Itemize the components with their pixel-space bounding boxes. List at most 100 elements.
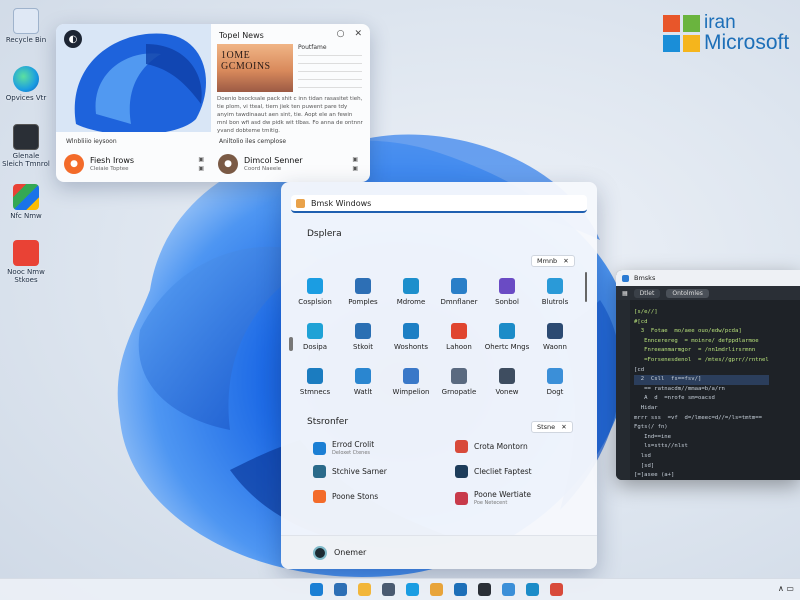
pinned-app[interactable]: Pomples xyxy=(339,278,387,306)
more-icon[interactable]: ▣ xyxy=(352,165,358,172)
app-label: Grnopatle xyxy=(441,388,477,396)
pinned-app[interactable]: Stmnecs xyxy=(291,368,339,396)
file-icon xyxy=(455,440,468,453)
app-label: Blutrols xyxy=(541,298,569,306)
pinned-scrollbar[interactable] xyxy=(585,272,587,302)
share-icon[interactable]: ▣ xyxy=(352,156,358,163)
section-right-title: Aniltolio iles cemplose xyxy=(219,138,287,145)
close-icon[interactable]: ✕ xyxy=(354,29,362,39)
terminal-line: mrrr sss =vf d=/lmeec=d//=/ls=tmtm== xyxy=(634,414,762,421)
tray-chevron-icon[interactable]: ∧ ▭ xyxy=(778,584,794,593)
desktop-icon-label: Glenale Sleich Tmnrol xyxy=(2,152,50,168)
pinned-app[interactable]: Dmnflaner xyxy=(435,278,483,306)
pinned-app[interactable]: Dosipa xyxy=(291,323,339,351)
widget-card-left[interactable]: ● Fiesh Irows Cleiaie Toptee ▣ ▣ xyxy=(64,152,204,176)
card-name: Dimcol Senner xyxy=(244,156,303,165)
recommended-item[interactable]: Clecliet Faptest xyxy=(455,465,532,478)
pinned-app[interactable]: Mdrome xyxy=(387,278,435,306)
desktop-icon-label: Nfc Nmw xyxy=(10,212,42,220)
pinned-app[interactable]: Ohertc Mngs xyxy=(483,323,531,351)
taskbar-app-icon[interactable] xyxy=(454,583,467,596)
widget-app-icon[interactable]: ◐ xyxy=(64,30,82,48)
desktop-icon-store[interactable]: Nooc Nmw Stkoes xyxy=(2,240,50,284)
taskbar-app-icon[interactable] xyxy=(550,583,563,596)
desktop-icon-photos[interactable]: Nfc Nmw xyxy=(2,184,50,221)
tab-2[interactable]: Ontolmles xyxy=(666,288,709,298)
desktop-icon-label: Opvices Vtr xyxy=(5,94,47,102)
app-icon xyxy=(499,278,515,294)
pinned-app[interactable]: Grnopatle xyxy=(435,368,483,396)
taskbar-app-icon[interactable] xyxy=(334,583,347,596)
recommended-item[interactable]: Crota Montorn xyxy=(455,440,528,453)
pin-icon[interactable]: ○ xyxy=(337,29,345,39)
user-avatar[interactable] xyxy=(313,545,327,560)
taskbar-app-icon[interactable] xyxy=(430,583,443,596)
pinned-app[interactable]: Watlt xyxy=(339,368,387,396)
grid-icon[interactable]: ▦ xyxy=(622,290,628,297)
terminal-tabs: ▦ Dtlet Ontolmles xyxy=(616,286,800,300)
app-label: Stmnecs xyxy=(299,388,331,396)
taskbar-app-icon[interactable] xyxy=(406,583,419,596)
brand-line-2: Microsoft xyxy=(704,31,790,54)
pinned-app[interactable]: Blutrols xyxy=(531,278,579,306)
pinned-app[interactable]: Lahoon xyxy=(435,323,483,351)
recommended-item[interactable]: Poone Wertiate Poe Netecent xyxy=(455,490,531,506)
terminal-line: Fgts(/ fn) xyxy=(634,424,668,431)
pinned-app[interactable]: Cosplsion xyxy=(291,278,339,306)
terminal-line: A d =nrofe sm=oacsd xyxy=(634,395,715,402)
item-name: Poone Wertiate xyxy=(474,490,532,499)
terminal-line: 3 Fotae mo/aee ouo/edw/pcda] xyxy=(634,328,742,335)
terminal-icon xyxy=(622,274,629,282)
pinned-app[interactable]: Wimpelion xyxy=(387,368,435,396)
desktop-icon-recycle-bin[interactable]: Recycle Bin xyxy=(2,8,50,45)
taskbar-app-icon[interactable] xyxy=(526,583,539,596)
news-image[interactable]: 1OME GCMOINS xyxy=(217,44,293,92)
taskbar-app-icon[interactable] xyxy=(358,583,371,596)
recommended-more-button[interactable]: Stsne ✕ xyxy=(531,421,573,433)
item-sub: Poe Netecent xyxy=(474,500,508,506)
section-left-title: Wlnbliiio ieysoon xyxy=(66,138,117,145)
pinned-pager[interactable] xyxy=(289,337,293,351)
widget-card-right[interactable]: ● Dimcol Senner Coord Naeeie ▣ ▣ xyxy=(218,152,358,176)
pinned-app[interactable]: Dogt xyxy=(531,368,579,396)
start-footer: Onemer xyxy=(281,535,597,569)
taskbar-app-icon[interactable] xyxy=(478,583,491,596)
search-input[interactable]: Bmsk Windows xyxy=(291,195,587,213)
app-label: Lahoon xyxy=(446,343,472,351)
terminal-titlebar[interactable]: Bmsks xyxy=(616,270,800,286)
widgets-panel: ◐ Topel News ○ ✕ 1OME GCMOINS Poutfame D… xyxy=(56,24,370,182)
more-icon[interactable]: ▣ xyxy=(198,165,204,172)
app-label: Woshonts xyxy=(394,343,428,351)
desktop-icon-edge[interactable]: Opvices Vtr xyxy=(2,66,50,103)
news-side-title: Poutfame xyxy=(298,44,327,51)
item-name: Errod Crolit xyxy=(332,440,375,449)
user-name[interactable]: Onemer xyxy=(334,548,366,557)
pinned-app[interactable]: Vonew xyxy=(483,368,531,396)
taskbar-app-icon[interactable] xyxy=(382,583,395,596)
pinned-app[interactable]: Woshonts xyxy=(387,323,435,351)
close-icon: ✕ xyxy=(561,423,567,431)
search-text: Bmsk Windows xyxy=(311,198,372,208)
app-icon xyxy=(451,278,467,294)
pinned-all-apps-button[interactable]: Mmnb ✕ xyxy=(531,255,575,267)
taskbar-app-icon[interactable] xyxy=(502,583,515,596)
tab-1[interactable]: Dtlet xyxy=(633,288,661,298)
terminal-line: ls=stts//nlst xyxy=(634,443,688,450)
app-label: Dmnflaner xyxy=(440,298,478,306)
pinned-app[interactable]: Stkoit xyxy=(339,323,387,351)
app-icon xyxy=(307,278,323,294)
recommended-item[interactable]: Poone Stons xyxy=(313,490,378,503)
recommended-item[interactable]: Stchive Sarner xyxy=(313,465,387,478)
terminal-icon xyxy=(13,124,39,150)
terminal-title: Bmsks xyxy=(634,274,656,282)
item-name: Stchive Sarner xyxy=(332,467,387,476)
recommended-item[interactable]: Errod Crolit Deloxet Ctenes xyxy=(313,440,374,456)
pinned-app[interactable]: Sonbol xyxy=(483,278,531,306)
app-icon xyxy=(547,368,563,384)
pinned-app[interactable]: Waonn xyxy=(531,323,579,351)
terminal-line: [cd xyxy=(634,366,645,373)
share-icon[interactable]: ▣ xyxy=(198,156,204,163)
desktop-icon-terminal[interactable]: Glenale Sleich Tmnrol xyxy=(2,124,50,168)
taskbar-app-icon[interactable] xyxy=(310,583,323,596)
app-label: Cosplsion xyxy=(298,298,332,306)
